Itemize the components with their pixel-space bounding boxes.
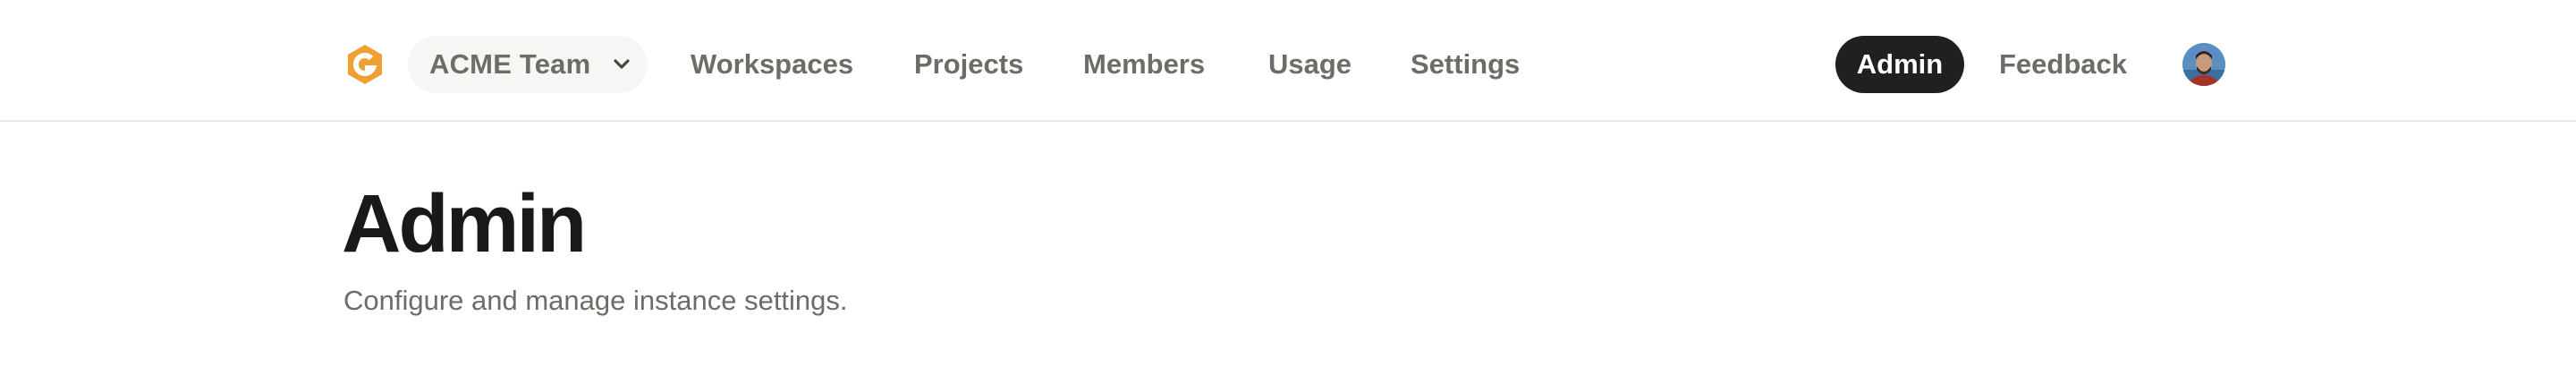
page-title: Admin xyxy=(342,178,587,269)
nav-members[interactable]: Members xyxy=(1083,36,1205,93)
nav-workspaces[interactable]: Workspaces xyxy=(691,36,853,93)
nav-feedback[interactable]: Feedback xyxy=(1999,36,2127,93)
page-subtitle: Configure and manage instance settings. xyxy=(343,285,848,316)
team-switcher[interactable]: ACME Team xyxy=(408,36,648,93)
avatar-image xyxy=(2182,43,2225,86)
nav-usage[interactable]: Usage xyxy=(1268,36,1352,93)
nav-settings[interactable]: Settings xyxy=(1411,36,1520,93)
app-logo-icon[interactable] xyxy=(343,43,386,86)
nav-admin-active[interactable]: Admin xyxy=(1835,36,1964,93)
team-name: ACME Team xyxy=(429,48,591,80)
top-navigation-bar: ACME Team Workspaces Projects Members Us… xyxy=(0,0,2576,122)
chevron-down-icon xyxy=(614,59,630,69)
user-avatar[interactable] xyxy=(2182,43,2225,86)
nav-projects[interactable]: Projects xyxy=(914,36,1023,93)
